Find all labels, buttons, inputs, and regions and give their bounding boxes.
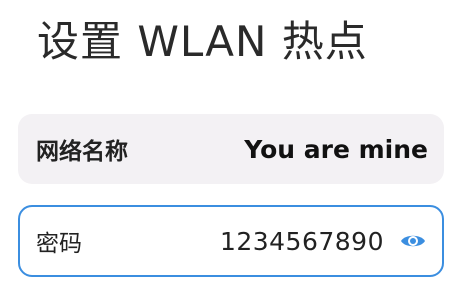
password-value[interactable]: 1234567890: [220, 227, 384, 256]
network-name-value: You are mine: [244, 134, 428, 164]
password-field[interactable]: 密码 1234567890: [18, 205, 444, 277]
eye-icon[interactable]: [398, 230, 428, 252]
network-name-row[interactable]: 网络名称 You are mine: [18, 114, 444, 184]
network-name-label: 网络名称: [36, 139, 128, 165]
password-label: 密码: [36, 231, 82, 257]
password-value-group: 1234567890: [220, 227, 428, 256]
page-title: 设置 WLAN 热点: [37, 17, 368, 66]
